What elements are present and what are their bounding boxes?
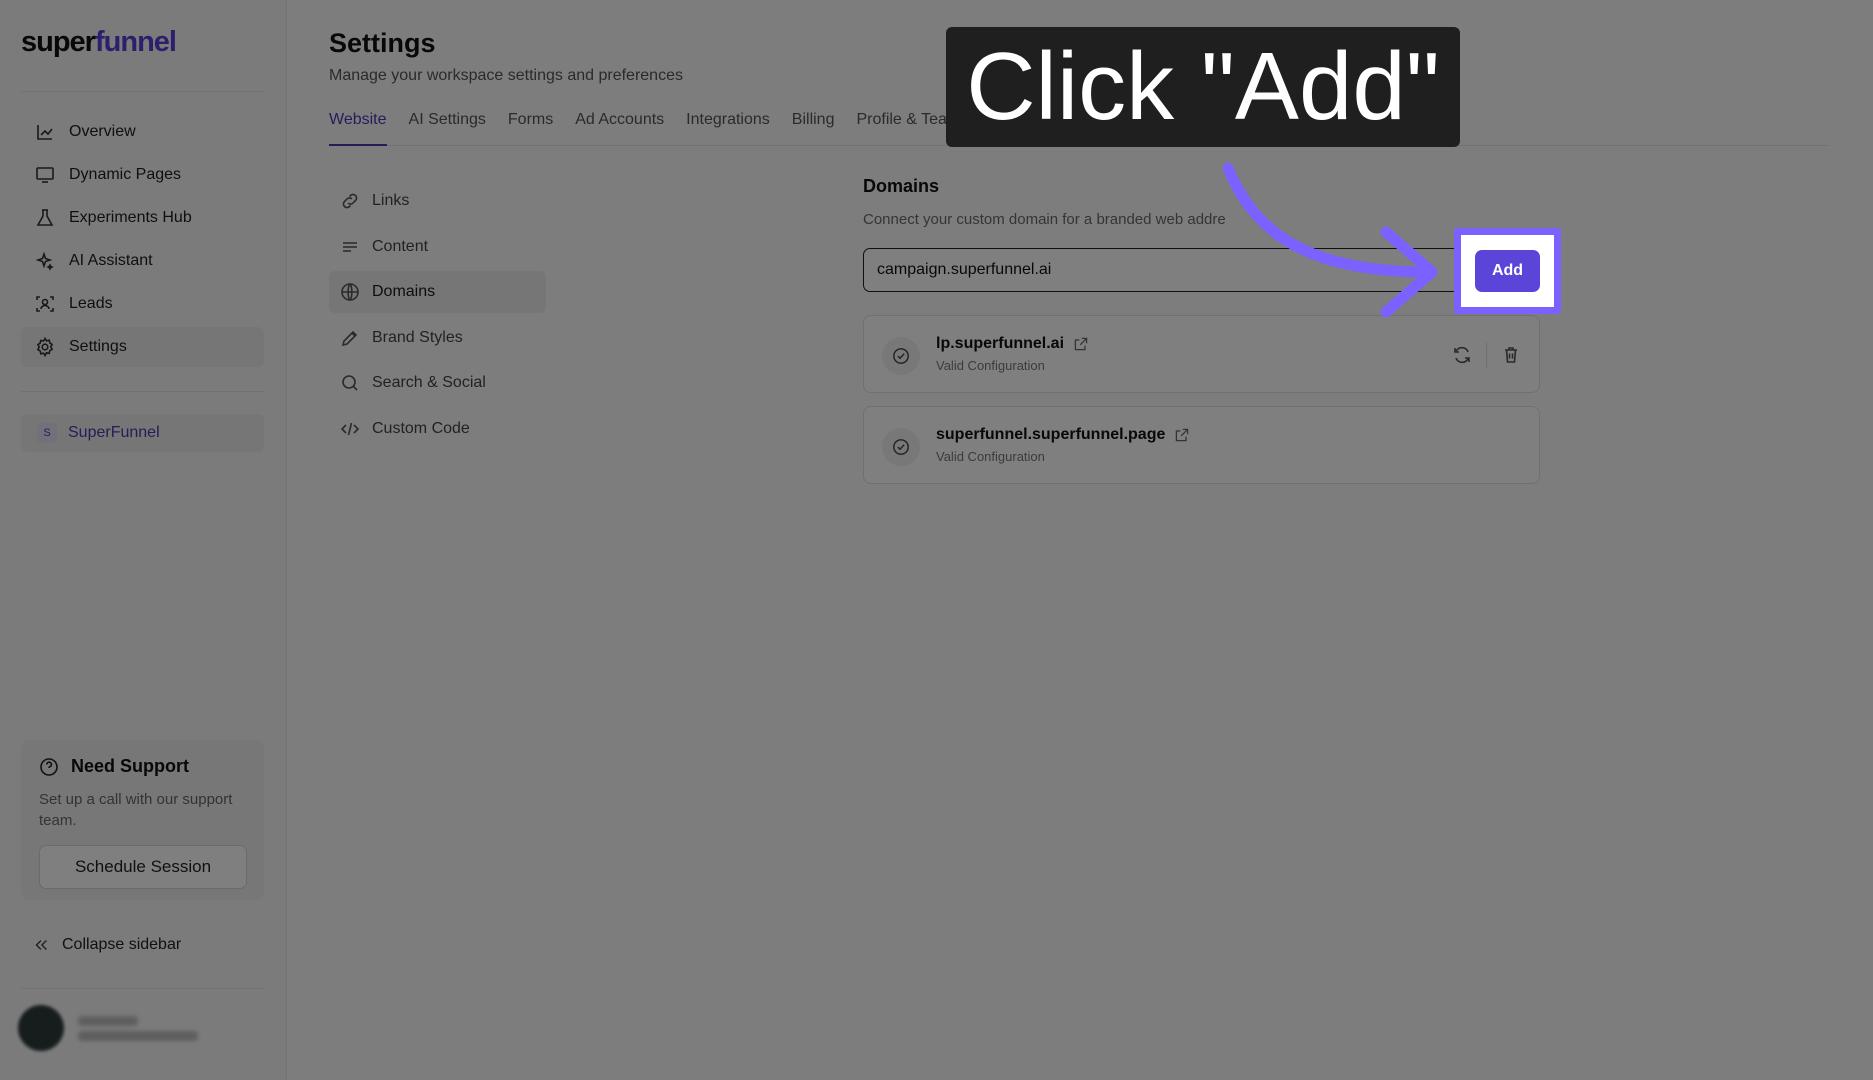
- add-domain-button-highlighted[interactable]: Add: [1475, 250, 1540, 292]
- tutorial-callout: Click "Add": [946, 27, 1460, 147]
- app-root: superfunnel Overview Dynamic Pages Exper…: [0, 0, 1873, 1080]
- tutorial-dim-overlay: [0, 0, 1873, 1080]
